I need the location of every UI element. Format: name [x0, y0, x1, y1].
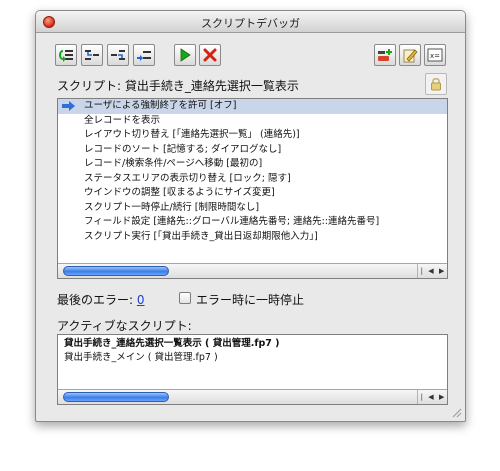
scroll-left-arrow[interactable]: ◀ — [428, 267, 433, 275]
window-title: スクリプトデバッガ — [201, 17, 300, 30]
script-step[interactable]: 全レコードを表示 — [58, 114, 447, 129]
edit-script-icon — [403, 49, 418, 63]
step-icon — [59, 50, 73, 62]
script-step[interactable]: スクリプト一時停止/続行 [制限時間なし] — [58, 201, 447, 216]
resize-grip-icon[interactable] — [452, 408, 462, 418]
scroll-right-arrow[interactable]: ▶ — [439, 393, 444, 401]
scroll-arrows: | ◀ ▶ — [417, 390, 447, 404]
active-script-item[interactable]: 貸出手続き_連絡先選択一覧表示 ( 貸出管理.fp7 ) — [58, 337, 447, 351]
step-text: フィールド設定 [連絡先::グローバル連絡先番号; 連絡先::連絡先番号] — [84, 216, 380, 227]
halt-button[interactable] — [199, 44, 221, 66]
step-button[interactable] — [55, 44, 77, 66]
set-next-step-button[interactable] — [133, 44, 155, 66]
halt-icon — [203, 48, 217, 62]
step-out-button[interactable] — [107, 44, 129, 66]
step-text: レコード/検索条件/ページへ移動 [最初の] — [84, 158, 263, 169]
steps-horizontal-scrollbar[interactable]: | ◀ ▶ — [58, 263, 447, 278]
active-script-item[interactable]: 貸出手続き_メイン ( 貸出管理.fp7 ) — [58, 351, 447, 365]
run-button[interactable] — [174, 44, 196, 66]
last-error-row: 最後のエラー: 0 — [57, 291, 145, 308]
active-scripts-list[interactable]: 貸出手続き_連絡先選択一覧表示 ( 貸出管理.fp7 ) 貸出手続き_メイン (… — [57, 334, 448, 405]
script-debugger-window: スクリプトデバッガ x= スクリプト: 貸出手続き_連絡先選択一覧表示 ユーザに… — [35, 10, 466, 422]
step-text: スクリプト一時停止/続行 [制限時間なし] — [84, 201, 260, 213]
scroll-separator: | — [420, 393, 423, 401]
last-error-value-link[interactable]: 0 — [137, 293, 145, 307]
script-steps-list[interactable]: ユーザによる強制終了を許可 [オフ] 全レコードを表示レイアウト切り替え [「連絡… — [57, 98, 448, 279]
lock-icon — [431, 77, 441, 91]
step-text: 全レコードを表示 — [84, 114, 161, 126]
edit-script-button[interactable] — [399, 44, 421, 66]
breakpoint-button[interactable] — [374, 44, 396, 66]
scroll-thumb[interactable] — [63, 392, 169, 402]
step-out-icon — [111, 50, 125, 60]
step-into-button[interactable] — [81, 44, 103, 66]
set-next-step-icon — [137, 51, 151, 61]
step-text: スクリプト実行 [「貸出手続き_貸出日返却期限他入力」] — [84, 230, 318, 242]
scroll-arrows: | ◀ ▶ — [417, 264, 447, 278]
steps-container: ユーザによる強制終了を許可 [オフ] 全レコードを表示レイアウト切り替え [「連絡… — [58, 99, 447, 244]
script-step[interactable]: レコード/検索条件/ページへ移動 [最初の] — [58, 157, 447, 172]
step-text: ステータスエリアの表示切り替え [ロック; 隠す] — [84, 172, 291, 184]
active-scripts-label: アクティブなスクリプト: — [57, 319, 192, 333]
script-step[interactable]: フィールド設定 [連絡先::グローバル連絡先番号; 連絡先::連絡先番号] — [58, 215, 447, 230]
current-step-arrow-icon — [62, 101, 75, 111]
script-step[interactable]: レコードのソート [記憶する; ダイアログなし] — [58, 143, 447, 158]
step-text: レイアウト切り替え [「連絡先選択一覧」 (連絡先)] — [84, 129, 300, 140]
script-step[interactable]: ウインドウの調整 [収まるようにサイズ変更] — [58, 186, 447, 201]
data-viewer-button[interactable]: x= — [424, 44, 446, 66]
active-scripts-items: 貸出手続き_連絡先選択一覧表示 ( 貸出管理.fp7 ) 貸出手続き_メイン (… — [58, 337, 447, 365]
data-viewer-icon: x= — [427, 48, 443, 62]
scroll-separator: | — [420, 267, 423, 275]
step-into-icon — [85, 50, 99, 60]
step-text: レコードのソート [記憶する; ダイアログなし] — [84, 143, 282, 155]
last-error-label: 最後のエラー: — [57, 293, 134, 307]
step-text: ウインドウの調整 [収まるようにサイズ変更] — [84, 187, 275, 198]
pause-on-error-label: エラー時に一時停止 — [196, 293, 305, 307]
script-step[interactable]: ユーザによる強制終了を許可 [オフ] — [58, 99, 447, 114]
breakpoint-icon — [378, 49, 392, 61]
svg-text:x=: x= — [430, 52, 440, 60]
step-text: ユーザによる強制終了を許可 [オフ] — [84, 100, 237, 111]
active-scripts-horizontal-scrollbar[interactable]: | ◀ ▶ — [58, 389, 447, 404]
title-bar[interactable]: スクリプトデバッガ — [36, 11, 465, 33]
scroll-right-arrow[interactable]: ▶ — [439, 267, 444, 275]
script-step[interactable]: レイアウト切り替え [「連絡先選択一覧」 (連絡先)] — [58, 128, 447, 143]
pause-on-error-checkbox[interactable] — [179, 292, 191, 304]
scroll-left-arrow[interactable]: ◀ — [428, 393, 433, 401]
script-step[interactable]: スクリプト実行 [「貸出手続き_貸出日返却期限他入力」] — [58, 230, 447, 245]
run-icon — [180, 48, 191, 62]
script-step[interactable]: ステータスエリアの表示切り替え [ロック; 隠す] — [58, 172, 447, 187]
script-name-label: スクリプト: 貸出手続き_連絡先選択一覧表示 — [57, 79, 299, 93]
scroll-thumb[interactable] — [63, 266, 169, 276]
lock-button[interactable] — [425, 73, 447, 95]
